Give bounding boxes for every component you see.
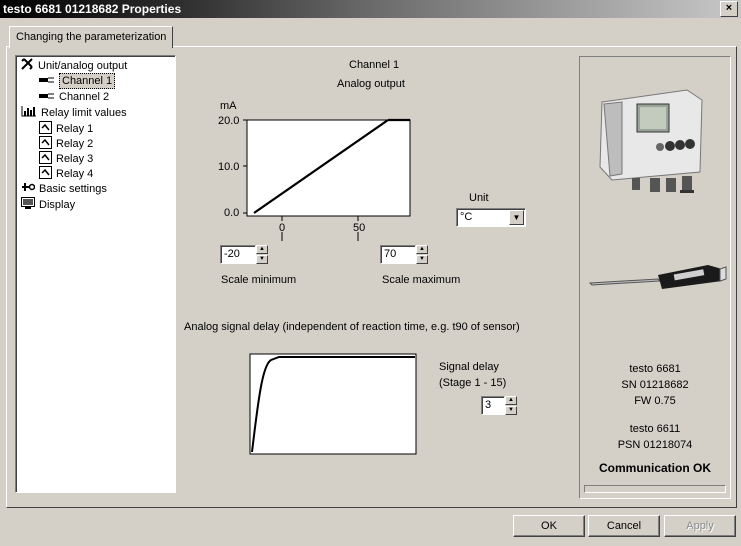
chevron-down-icon[interactable]: ▼ <box>509 210 524 225</box>
settings-tree[interactable]: Unit/analog output Channel 1 Channel 2 R… <box>15 55 176 493</box>
signal-delay-input[interactable]: 3 <box>481 396 505 415</box>
signal-delay-label: Signal delay <box>439 361 499 373</box>
window-title: testo 6681 01218682 Properties <box>3 2 182 16</box>
unit-label: Unit <box>469 192 489 204</box>
title-bar: testo 6681 01218682 Properties × <box>0 0 741 18</box>
tab-changing-parameterization[interactable]: Changing the parameterization <box>9 26 174 48</box>
cancel-button[interactable]: Cancel <box>588 515 660 537</box>
tree-item-label: Channel 1 <box>59 73 116 89</box>
relay-icon <box>39 165 52 183</box>
chart-icon <box>21 105 37 121</box>
plug-icon <box>39 90 55 104</box>
transmitter-device-image <box>599 89 703 193</box>
scale-maximum-down-button[interactable]: ▼ <box>416 255 428 264</box>
signal-delay-down-button[interactable]: ▼ <box>505 406 517 415</box>
tree-item-label: Relay limit values <box>41 107 127 119</box>
communication-progress-bar <box>584 485 726 493</box>
scale-maximum-label: Scale maximum <box>382 274 461 286</box>
wrench-icon <box>21 181 36 197</box>
probe-serial: PSN 01218074 <box>617 439 693 451</box>
tree-item-label: Relay 2 <box>56 138 94 150</box>
scale-minimum-label: Scale minimum <box>221 274 297 286</box>
y-tick-20: 20.0 <box>218 115 240 127</box>
scale-maximum-up-button[interactable]: ▲ <box>416 245 428 254</box>
device-name: testo 6681 <box>629 363 681 375</box>
signal-delay-graph <box>249 353 417 455</box>
signal-delay-up-button[interactable]: ▲ <box>505 396 517 405</box>
tree-item-display[interactable]: Display <box>21 196 76 214</box>
tree-item-label: Relay 3 <box>56 153 94 165</box>
y-tick-0: 0.0 <box>224 207 240 219</box>
channel-title: Channel 1 <box>349 59 400 71</box>
tree-item-channel-2[interactable]: Channel 2 <box>39 90 109 104</box>
y-axis-unit: mA <box>220 100 237 112</box>
tree-item-relay-3[interactable]: Relay 3 <box>39 150 94 166</box>
x-tick-marks <box>281 232 359 241</box>
analog-output-graph <box>243 118 411 221</box>
tree-item-unit-analog-output[interactable]: Unit/analog output <box>21 58 128 74</box>
tree-item-label: Basic settings <box>39 183 107 195</box>
probe-name: testo 6611 <box>629 423 681 435</box>
device-info-panel: testo 6681 SN 01218682 FW 0.75 testo 661… <box>579 56 731 499</box>
analog-output-subtitle: Analog output <box>337 78 405 90</box>
apply-button[interactable]: Apply <box>664 515 736 537</box>
tree-item-relay-2[interactable]: Relay 2 <box>39 135 94 151</box>
scale-minimum-up-button[interactable]: ▲ <box>256 245 268 254</box>
unit-select[interactable]: °C ▼ <box>456 208 526 227</box>
tree-item-channel-1[interactable]: Channel 1 <box>39 73 116 89</box>
scale-minimum-input[interactable]: -20 <box>220 245 256 264</box>
firmware-version: FW 0.75 <box>634 395 676 407</box>
tree-item-relay-4[interactable]: Relay 4 <box>39 165 94 183</box>
communication-status: Communication OK <box>598 461 711 475</box>
plug-icon <box>39 74 55 88</box>
y-tick-10: 10.0 <box>218 161 240 173</box>
monitor-icon <box>21 196 35 214</box>
signal-delay-heading: Analog signal delay (independent of reac… <box>184 321 520 333</box>
scale-maximum-input[interactable]: 70 <box>380 245 416 264</box>
tree-item-label: Relay 1 <box>56 123 94 135</box>
signal-delay-range: (Stage 1 - 15) <box>439 377 507 389</box>
device-serial: SN 01218682 <box>621 379 689 391</box>
ok-button[interactable]: OK <box>513 515 585 537</box>
tree-item-label: Relay 4 <box>56 168 94 180</box>
tree-item-relay-limit-values[interactable]: Relay limit values <box>21 106 127 120</box>
tree-item-basic-settings[interactable]: Basic settings <box>21 182 107 196</box>
tree-item-label: Channel 2 <box>59 91 110 103</box>
scale-minimum-down-button[interactable]: ▼ <box>256 255 268 264</box>
tree-item-label: Display <box>39 199 76 211</box>
tree-item-relay-1[interactable]: Relay 1 <box>39 120 94 136</box>
unit-select-value: °C <box>460 211 473 223</box>
probe-image <box>588 265 727 289</box>
tree-item-label: Unit/analog output <box>38 60 128 72</box>
close-button[interactable]: × <box>720 1 738 17</box>
tools-icon <box>21 58 34 74</box>
